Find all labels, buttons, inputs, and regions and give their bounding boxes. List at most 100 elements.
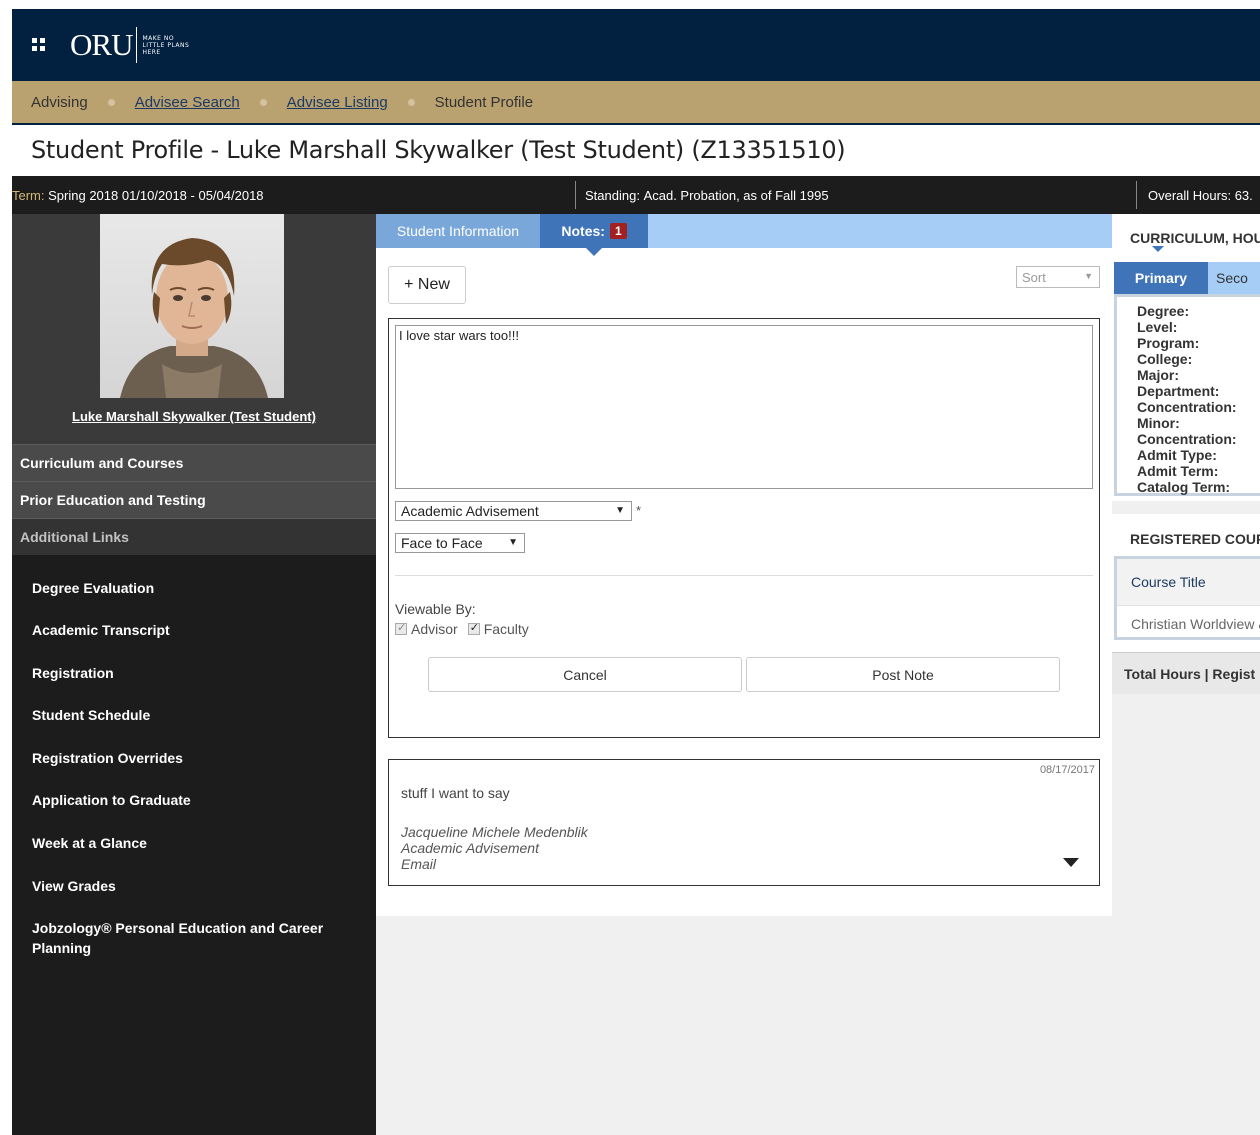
field-program: Program:	[1137, 335, 1200, 351]
curriculum-fields: Degree: Level: Program: College: Major: …	[1114, 294, 1260, 496]
contact-type-select[interactable]: Face to Face ▼	[395, 533, 525, 553]
post-note-button[interactable]: Post Note	[746, 657, 1060, 692]
field-department: Department:	[1137, 383, 1220, 399]
note-date: 08/17/2017	[1039, 764, 1095, 776]
field-college: College:	[1137, 351, 1193, 367]
main-tabs: Student Information Notes: 1	[376, 214, 1112, 248]
logo-wordmark: ORU	[70, 27, 133, 62]
advisor-label: Advisor	[411, 621, 458, 637]
sidebar-link-registration-overrides[interactable]: Registration Overrides	[32, 748, 352, 768]
sidebar-link-degree-evaluation[interactable]: Degree Evaluation	[32, 578, 352, 598]
field-concentration: Concentration:	[1137, 399, 1237, 415]
note-body: stuff I want to say	[401, 785, 510, 801]
field-minor-concentration: Concentration:	[1137, 431, 1237, 447]
sidebar-link-application-to-graduate[interactable]: Application to Graduate	[32, 790, 352, 810]
note-category-value: Academic Advisement	[401, 503, 539, 519]
viewable-by-options: Advisor Faculty	[395, 621, 529, 637]
logo-tagline: MAKE NO LITTLE PLANS HERE	[142, 34, 190, 56]
field-minor: Minor:	[1137, 415, 1180, 431]
registered-courses-header: REGISTERED COUR	[1130, 531, 1260, 547]
right-panel: CURRICULUM, HOU Primary Seco Degree: Lev…	[1112, 214, 1260, 1135]
sidebar-link-jobzology[interactable]: Jobzology® Personal Education and Career…	[32, 918, 352, 958]
breadcrumb-separator-icon	[407, 98, 415, 106]
field-admit-type: Admit Type:	[1137, 447, 1217, 463]
chevron-down-icon: ▼	[615, 505, 625, 516]
tab-notes[interactable]: Notes: 1	[540, 214, 648, 248]
required-marker: *	[636, 503, 642, 518]
chevron-down-icon: ▼	[1084, 271, 1093, 281]
table-row: Christian Worldview &	[1117, 605, 1260, 641]
field-degree: Degree:	[1137, 303, 1190, 319]
table-header-course-title[interactable]: Course Title	[1117, 559, 1260, 605]
logo-separator	[136, 27, 138, 63]
cancel-button[interactable]: Cancel	[428, 657, 742, 692]
tab-secondary[interactable]: Seco	[1216, 262, 1248, 294]
note-textarea[interactable]: I love star wars too!!!	[395, 325, 1093, 489]
note-contact: Email	[401, 856, 437, 872]
sidebar-section-prior-education[interactable]: Prior Education and Testing	[12, 481, 376, 518]
field-level: Level:	[1137, 319, 1178, 335]
note-category-select[interactable]: Academic Advisement ▼	[395, 501, 632, 521]
sidebar-link-student-schedule[interactable]: Student Schedule	[32, 705, 352, 725]
term-value: Spring 2018 01/10/2018 - 05/04/2018	[48, 187, 264, 203]
left-sidebar: Luke Marshall Skywalker (Test Student) C…	[12, 214, 376, 1135]
sort-select[interactable]: Sort ▼	[1016, 266, 1100, 288]
breadcrumb-advisee-listing-link[interactable]: Advisee Listing	[287, 94, 388, 111]
breadcrumb-advisee-search-link[interactable]: Advisee Search	[135, 94, 240, 111]
tab-notes-label: Notes:	[561, 223, 605, 239]
standing-value: Acad. Probation, as of Fall 1995	[643, 187, 829, 203]
tab-student-information[interactable]: Student Information	[376, 214, 540, 248]
page-title: Student Profile - Luke Marshall Skywalke…	[31, 136, 846, 164]
tab-primary[interactable]: Primary	[1114, 262, 1208, 294]
new-note-button[interactable]: + New	[388, 266, 466, 304]
note-entry: 08/17/2017 stuff I want to say Jacquelin…	[388, 759, 1100, 886]
total-hours-bar: Total Hours | Regist	[1112, 652, 1260, 694]
expand-note-icon[interactable]	[1063, 858, 1079, 867]
title-area: Student Profile - Luke Marshall Skywalke…	[12, 125, 1260, 176]
top-header: ORU MAKE NO LITTLE PLANS HERE	[12, 9, 1260, 81]
notes-count-badge: 1	[609, 223, 627, 239]
field-catalog-term: Catalog Term:	[1137, 479, 1231, 495]
curriculum-card: CURRICULUM, HOU Primary Seco Degree: Lev…	[1112, 214, 1260, 501]
breadcrumb-advising: Advising	[31, 93, 88, 111]
student-name-link[interactable]: Luke Marshall Skywalker (Test Student)	[12, 409, 376, 424]
status-divider	[1136, 181, 1137, 209]
status-bar: Term: Spring 2018 01/10/2018 - 05/04/201…	[12, 176, 1260, 214]
new-note-form: I love star wars too!!! Academic Advisem…	[388, 318, 1100, 738]
app-frame: ORU MAKE NO LITTLE PLANS HERE Advising A…	[12, 9, 1260, 1135]
note-author: Jacqueline Michele Medenblik	[401, 824, 588, 840]
sidebar-section-curriculum[interactable]: Curriculum and Courses	[12, 444, 376, 481]
standing-info: Standing: Acad. Probation, as of Fall 19…	[585, 176, 829, 214]
sidebar-link-week-at-a-glance[interactable]: Week at a Glance	[32, 833, 352, 853]
contact-type-value: Face to Face	[401, 535, 483, 551]
sidebar-link-academic-transcript[interactable]: Academic Transcript	[32, 620, 352, 640]
term-label: Term:	[12, 187, 45, 203]
standing-label: Standing:	[585, 187, 640, 203]
field-major: Major:	[1137, 367, 1179, 383]
sidebar-link-view-grades[interactable]: View Grades	[32, 876, 352, 896]
curriculum-tabs: Primary Seco	[1114, 262, 1260, 294]
active-subtab-pointer-icon	[1152, 246, 1164, 252]
advisor-checkbox[interactable]	[395, 621, 407, 635]
oru-logo[interactable]: ORU MAKE NO LITTLE PLANS HERE	[70, 23, 189, 67]
active-tab-pointer-icon	[586, 248, 602, 256]
sidebar-section-additional-links[interactable]: Additional Links	[12, 518, 376, 555]
hours-value: 63.	[1234, 187, 1253, 203]
chevron-down-icon: ▼	[508, 537, 518, 548]
main-panel: Student Information Notes: 1 + New Sort …	[376, 214, 1112, 916]
breadcrumb-separator-icon	[259, 98, 267, 106]
student-photo	[100, 214, 284, 398]
hours-info: Overall Hours: 63.	[1148, 176, 1253, 214]
apps-grid-icon[interactable]	[32, 38, 46, 52]
field-admit-term: Admit Term:	[1137, 463, 1219, 479]
registered-courses-card: REGISTERED COUR Course Title Christian W…	[1112, 514, 1260, 652]
form-divider	[395, 575, 1093, 576]
breadcrumb: Advising Advisee Search Advisee Listing …	[12, 81, 1260, 125]
status-divider	[575, 181, 576, 209]
sidebar-link-registration[interactable]: Registration	[32, 663, 352, 683]
term-info: Term: Spring 2018 01/10/2018 - 05/04/201…	[12, 176, 264, 214]
faculty-label: Faculty	[483, 621, 529, 637]
faculty-checkbox[interactable]	[467, 621, 480, 635]
breadcrumb-separator-icon	[107, 98, 115, 106]
curriculum-header: CURRICULUM, HOU	[1130, 230, 1260, 246]
